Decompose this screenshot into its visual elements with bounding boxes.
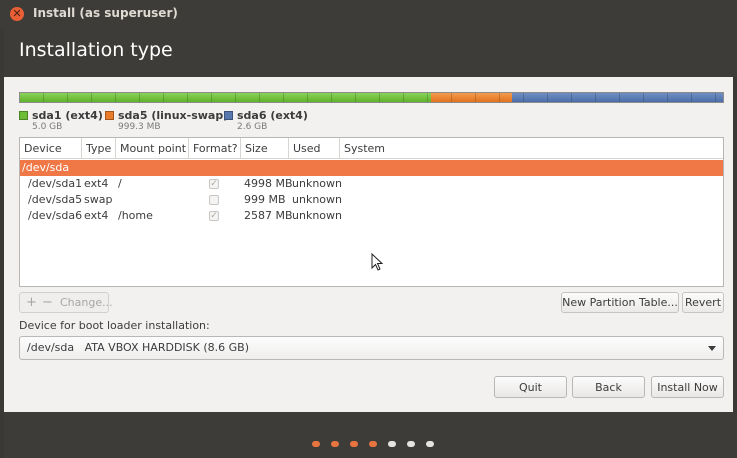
partition-bar-ticks	[20, 93, 723, 102]
install-now-button[interactable]: Install Now	[651, 376, 724, 398]
table-row-sda1[interactable]: /dev/sda1 ext4 / ✓ 4998 MB unknown	[20, 176, 723, 192]
page-title: Installation type	[19, 39, 173, 61]
cell-device: /dev/sda6	[28, 209, 83, 222]
progress-dot	[369, 441, 377, 447]
partition-bar	[19, 92, 724, 103]
change-partition-button[interactable]: Change...	[60, 293, 113, 312]
bootloader-device-select[interactable]: /dev/sda ATA VBOX HARDDISK (8.6 GB)	[19, 336, 724, 360]
legend-swatch	[105, 111, 114, 120]
progress-dot	[407, 441, 415, 447]
format-checkbox[interactable]	[209, 195, 219, 205]
legend-name: sda1 (ext4)	[32, 109, 103, 122]
close-icon[interactable]: ✕	[10, 7, 24, 21]
page-header: Installation type	[4, 28, 737, 77]
progress-dot	[331, 441, 339, 447]
column-header-type[interactable]: Type	[82, 138, 116, 159]
cell-type: ext4	[84, 177, 109, 190]
format-checkbox[interactable]: ✓	[209, 211, 219, 221]
table-header: Device Type Mount point Format? Size Use…	[20, 138, 723, 159]
revert-button[interactable]: Revert	[682, 292, 724, 313]
main-content: sda1 (ext4) 5.0 GB sda5 (linux-swap) 999…	[4, 77, 733, 412]
table-row-sda[interactable]: /dev/sda	[20, 160, 723, 176]
chevron-down-icon	[708, 346, 716, 351]
remove-partition-button[interactable]: −	[42, 293, 53, 312]
cell-device: /dev/sda5	[28, 193, 83, 206]
legend-name: sda6 (ext4)	[237, 109, 308, 122]
window-titlebar: ✕ Install (as superuser)	[0, 0, 737, 28]
format-checkbox[interactable]: ✓	[209, 179, 219, 189]
bootloader-label: Device for boot loader installation:	[19, 319, 210, 332]
cell-size: 2587 MB	[244, 209, 293, 222]
bootloader-selected-value: /dev/sda ATA VBOX HARDDISK (8.6 GB)	[27, 341, 249, 354]
legend-swatch	[19, 111, 28, 120]
add-partition-button[interactable]: +	[26, 293, 37, 312]
cell-type: swap	[84, 193, 113, 206]
cell-used: unknown	[292, 209, 342, 222]
legend-size: 2.6 GB	[237, 122, 268, 132]
column-header-format[interactable]: Format?	[189, 138, 241, 159]
new-partition-table-button[interactable]: New Partition Table...	[561, 292, 679, 313]
table-row-sda5[interactable]: /dev/sda5 swap 999 MB unknown	[20, 192, 723, 208]
column-header-system[interactable]: System	[340, 138, 723, 159]
cell-size: 4998 MB	[244, 177, 293, 190]
quit-button[interactable]: Quit	[494, 376, 567, 398]
legend-swatch	[224, 111, 233, 120]
legend-name: sda5 (linux-swap)	[118, 109, 229, 122]
column-header-device[interactable]: Device	[20, 138, 82, 159]
cell-used: unknown	[292, 177, 342, 190]
cell-device: /dev/sda	[22, 161, 70, 174]
partition-edit-toolbar: + − Change...	[19, 292, 113, 313]
progress-dot	[426, 441, 434, 447]
progress-dot	[350, 441, 358, 447]
window-title: Install (as superuser)	[33, 6, 178, 20]
footer	[4, 412, 737, 458]
cell-used: unknown	[292, 193, 342, 206]
column-header-size[interactable]: Size	[241, 138, 289, 159]
cell-mount: /home	[118, 209, 153, 222]
legend-size: 999.3 MB	[118, 122, 161, 132]
cell-type: ext4	[84, 209, 109, 222]
progress-dot	[388, 441, 396, 447]
legend-size: 5.0 GB	[32, 122, 63, 132]
progress-dot	[312, 441, 320, 447]
column-header-mount-point[interactable]: Mount point	[116, 138, 189, 159]
mouse-cursor-icon	[371, 253, 383, 271]
cell-mount: /	[118, 177, 122, 190]
column-header-used[interactable]: Used	[289, 138, 340, 159]
progress-dots	[312, 441, 434, 448]
cell-device: /dev/sda1	[28, 177, 83, 190]
cell-size: 999 MB	[244, 193, 286, 206]
partition-legend: sda1 (ext4) 5.0 GB sda5 (linux-swap) 999…	[19, 109, 724, 133]
table-row-sda6[interactable]: /dev/sda6 ext4 /home ✓ 2587 MB unknown	[20, 208, 723, 224]
back-button[interactable]: Back	[572, 376, 645, 398]
